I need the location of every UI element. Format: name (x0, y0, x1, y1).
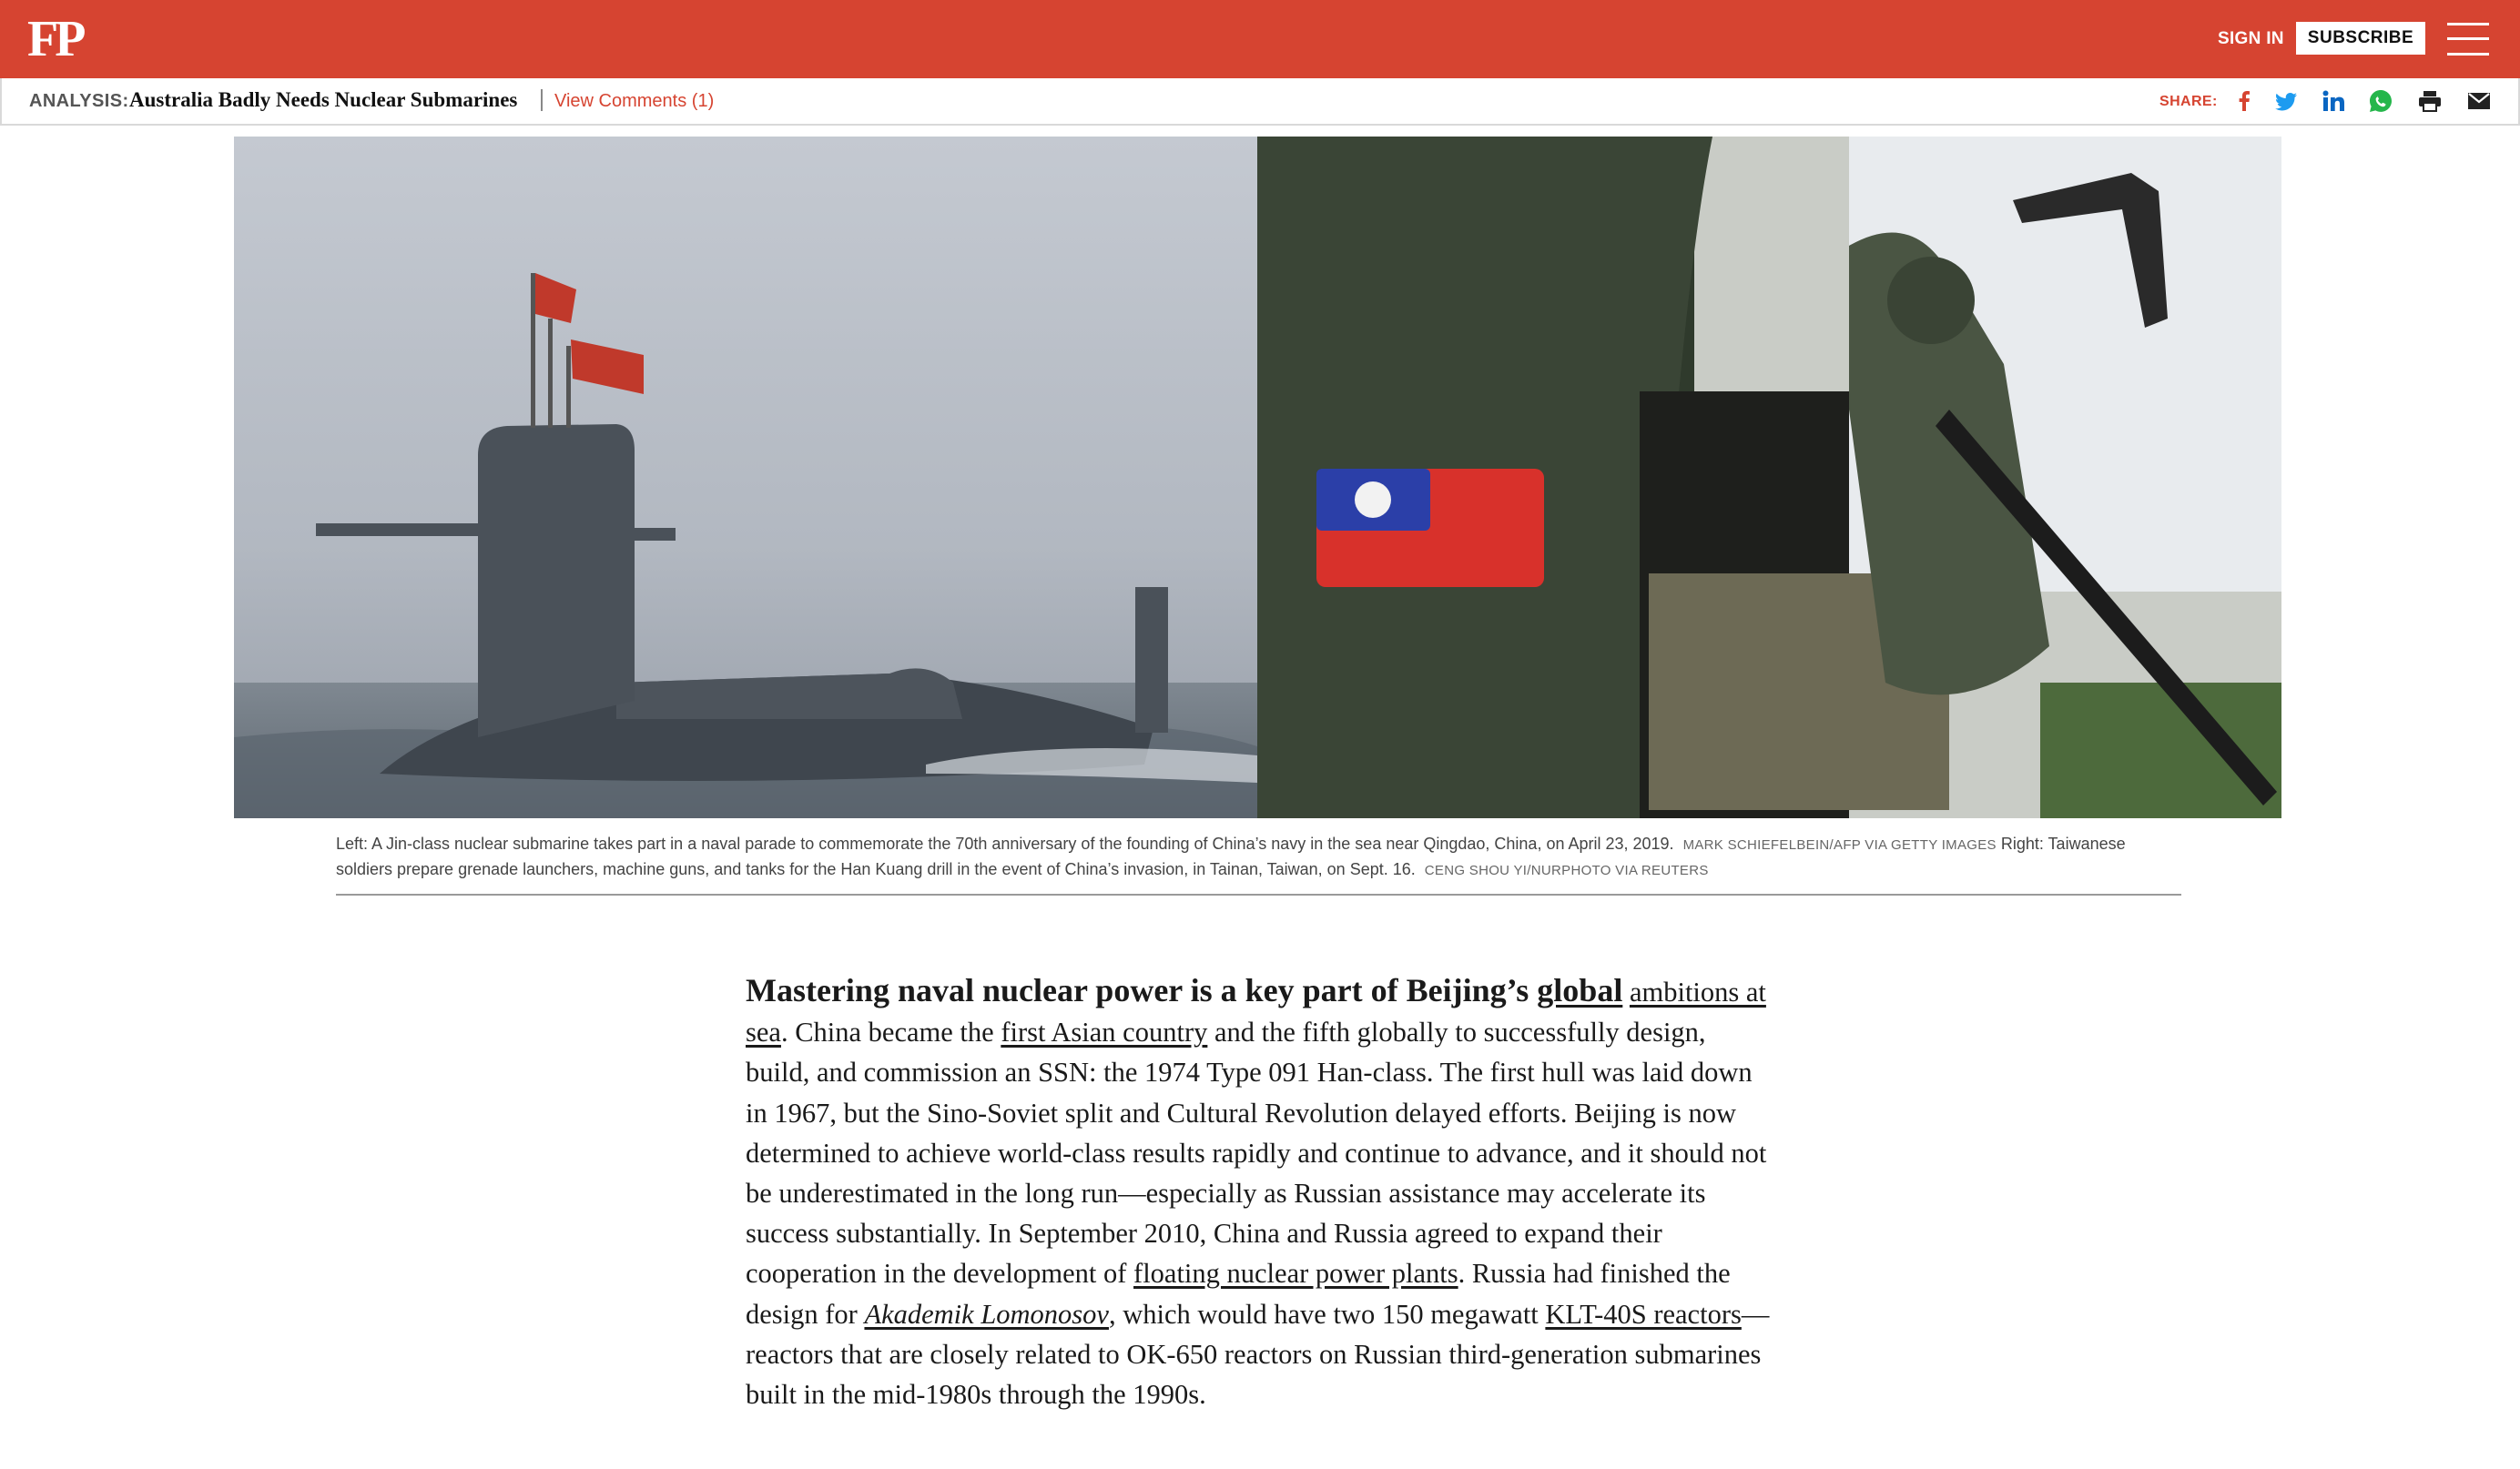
article-bar: ANALYSIS: Australia Badly Needs Nuclear … (0, 78, 2520, 126)
subscribe-button[interactable]: SUBSCRIBE (2296, 22, 2425, 55)
akademik-lomonosov-link[interactable]: Akademik Lomonosov (864, 1299, 1109, 1330)
body-text-2: and the fifth globally to successfully d… (746, 1017, 1767, 1290)
share-label: SHARE: (2159, 94, 2218, 109)
divider (541, 89, 543, 111)
klt-40s-link[interactable]: KLT-40S reactors (1545, 1299, 1741, 1330)
menu-icon[interactable] (2447, 23, 2489, 56)
article-body: Mastering naval nuclear power is a key p… (746, 970, 1774, 1414)
twitter-icon[interactable] (2272, 87, 2300, 115)
caption-right-credit: CENG SHOU YI/NURPHOTO VIA REUTERS (1424, 863, 1709, 878)
fp-logo[interactable]: FP (27, 9, 86, 69)
submarine-photo (234, 137, 1257, 818)
sign-in-link[interactable]: SIGN IN (2218, 25, 2284, 53)
whatsapp-icon[interactable] (2367, 87, 2394, 115)
hero-image (234, 137, 2281, 818)
caption-left: Left: A Jin-class nuclear submarine take… (336, 835, 1674, 853)
email-icon[interactable] (2465, 87, 2493, 115)
top-bar: FP SIGN IN SUBSCRIBE (0, 0, 2520, 78)
caption-divider (336, 894, 2181, 896)
global-link[interactable]: global (1537, 972, 1622, 1008)
linkedin-icon[interactable] (2320, 87, 2347, 115)
facebook-icon[interactable] (2230, 87, 2258, 115)
body-text-4: , which would have two 150 megawatt (1108, 1298, 1546, 1330)
body-text-1: . China became the (780, 1017, 1001, 1049)
print-icon[interactable] (2416, 87, 2444, 115)
view-comments-link[interactable]: View Comments (1) (554, 88, 714, 114)
floating-nuclear-plants-link[interactable]: floating nuclear power plants (1133, 1258, 1458, 1289)
first-asian-country-link[interactable]: first Asian country (1001, 1017, 1207, 1048)
image-caption: Left: A Jin-class nuclear submarine take… (336, 832, 2182, 883)
soldiers-photo (1257, 137, 2281, 818)
lead-text: Mastering naval nuclear power is a key p… (746, 972, 1538, 1008)
article-title: Australia Badly Needs Nuclear Submarines (129, 88, 518, 111)
caption-left-credit: MARK SCHIEFELBEIN/AFP VIA GETTY IMAGES (1682, 837, 1997, 853)
analysis-label: ANALYSIS: (29, 91, 129, 111)
